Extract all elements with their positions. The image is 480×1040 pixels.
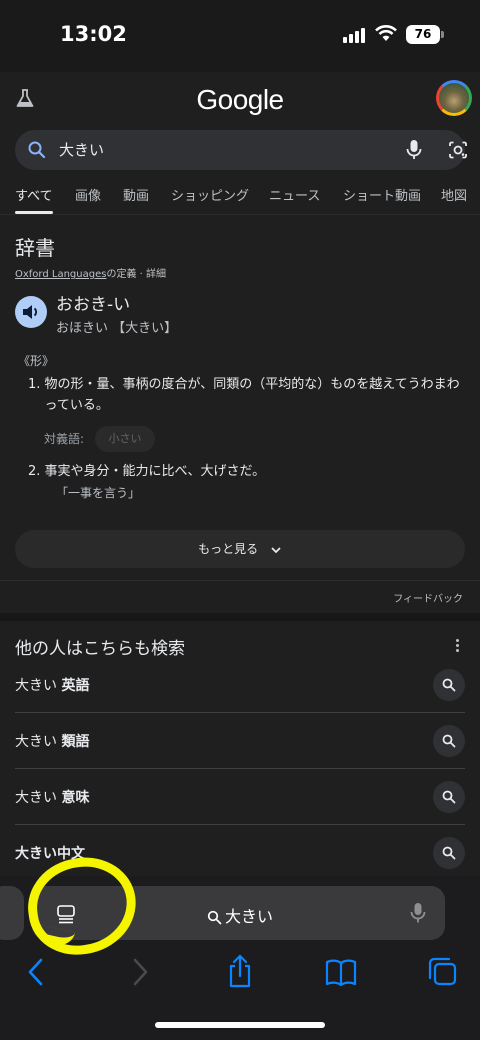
related-search-item[interactable]: 大きい 類語 bbox=[15, 713, 465, 769]
related-search-text: 大きい 類語 bbox=[15, 734, 90, 750]
definition-1: 1. 物の形・量、事柄の度合が、同類の（平均的な）ものを越えてうわまわっている。 bbox=[28, 374, 468, 416]
search-icon bbox=[442, 734, 456, 748]
tab-all[interactable]: すべて bbox=[15, 185, 53, 204]
card-divider bbox=[0, 580, 480, 581]
google-logo[interactable]: Google bbox=[0, 84, 480, 116]
tabs-icon[interactable] bbox=[426, 952, 458, 992]
search-tabs: すべて 画像 動画 ショッピング ニュース ショート動画 地図 bbox=[0, 178, 480, 214]
related-search-button[interactable] bbox=[433, 669, 465, 701]
tab-news[interactable]: ニュース bbox=[269, 185, 320, 204]
definition-text: 事実や身分・能力に比べ、大げさだ。 bbox=[44, 464, 266, 479]
related-search-button[interactable] bbox=[433, 837, 465, 869]
related-search-text: 大きい 英語 bbox=[15, 678, 90, 694]
google-header: Google bbox=[0, 72, 480, 130]
speaker-icon bbox=[23, 305, 38, 319]
bookmarks-icon[interactable] bbox=[325, 952, 357, 992]
search-icon bbox=[442, 678, 456, 692]
chevron-down-icon bbox=[271, 546, 281, 553]
more-options-icon[interactable] bbox=[456, 639, 460, 654]
headword-reading: おほきい 【大きい】 bbox=[56, 321, 178, 336]
wifi-icon bbox=[375, 25, 397, 41]
tab-videos[interactable]: 動画 bbox=[123, 185, 149, 204]
tabs-divider bbox=[0, 214, 480, 215]
related-searches-title: 他の人はこちらも検索 bbox=[15, 639, 185, 659]
dictionary-source: Oxford Languagesの定義 · 詳細 bbox=[15, 265, 166, 280]
back-arrow-icon[interactable] bbox=[26, 952, 46, 992]
show-more-label: もっと見る bbox=[198, 542, 259, 556]
pronunciation-button[interactable] bbox=[15, 296, 47, 328]
forward-arrow-icon[interactable] bbox=[130, 952, 150, 992]
search-bar[interactable]: 大きい bbox=[15, 130, 467, 170]
source-details[interactable]: の定義 · 詳細 bbox=[106, 269, 166, 280]
battery-tip bbox=[441, 31, 444, 38]
tab-maps[interactable]: 地図 bbox=[441, 185, 467, 204]
definition-example: 「一事を言う」 bbox=[56, 486, 141, 500]
search-icon bbox=[207, 910, 222, 925]
account-avatar[interactable] bbox=[436, 80, 472, 116]
part-of-speech: 《形》 bbox=[18, 354, 55, 368]
microphone-icon[interactable] bbox=[410, 902, 426, 924]
tab-images[interactable]: 画像 bbox=[75, 185, 101, 204]
google-lens-icon[interactable] bbox=[447, 140, 469, 160]
tab-short-videos[interactable]: ショート動画 bbox=[343, 185, 421, 204]
antonym-label: 対義語: bbox=[44, 432, 85, 446]
status-time: 13:02 bbox=[60, 22, 127, 46]
definition-number: 1. bbox=[28, 377, 41, 392]
cellular-signal-icon bbox=[343, 28, 365, 43]
search-icon bbox=[442, 790, 456, 804]
dictionary-title: 辞書 bbox=[15, 236, 55, 260]
related-search-item[interactable]: 大きい 英語 bbox=[15, 657, 465, 713]
status-bar: 13:02 76 bbox=[0, 0, 480, 72]
definition-text: 物の形・量、事柄の度合が、同類の（平均的な）ものを越えてうわまわっている。 bbox=[44, 377, 460, 413]
address-query: 大きい bbox=[224, 907, 273, 926]
microphone-icon[interactable] bbox=[405, 139, 423, 161]
search-input[interactable]: 大きい bbox=[59, 139, 104, 160]
related-search-item[interactable]: 大きい 意味 bbox=[15, 769, 465, 825]
show-more-button[interactable]: もっと見る bbox=[15, 530, 465, 568]
definition-number: 2. bbox=[28, 464, 41, 479]
definition-2: 2. 事実や身分・能力に比べ、大げさだ。 bbox=[28, 461, 265, 482]
search-icon bbox=[28, 141, 46, 159]
section-separator bbox=[0, 613, 480, 621]
related-search-button[interactable] bbox=[433, 781, 465, 813]
antonym-chip[interactable]: 小さい bbox=[95, 426, 155, 452]
oxford-languages-link[interactable]: Oxford Languages bbox=[15, 269, 106, 280]
related-search-text: 大きい 意味 bbox=[15, 790, 90, 806]
search-icon bbox=[442, 846, 456, 860]
feedback-link[interactable]: フィードバック bbox=[393, 590, 463, 605]
share-icon[interactable] bbox=[226, 952, 254, 992]
home-indicator bbox=[155, 1022, 325, 1028]
battery-indicator: 76 bbox=[406, 25, 440, 44]
tab-shopping[interactable]: ショッピング bbox=[171, 185, 249, 204]
related-search-button[interactable] bbox=[433, 725, 465, 757]
headword: おおき-い bbox=[56, 295, 131, 315]
